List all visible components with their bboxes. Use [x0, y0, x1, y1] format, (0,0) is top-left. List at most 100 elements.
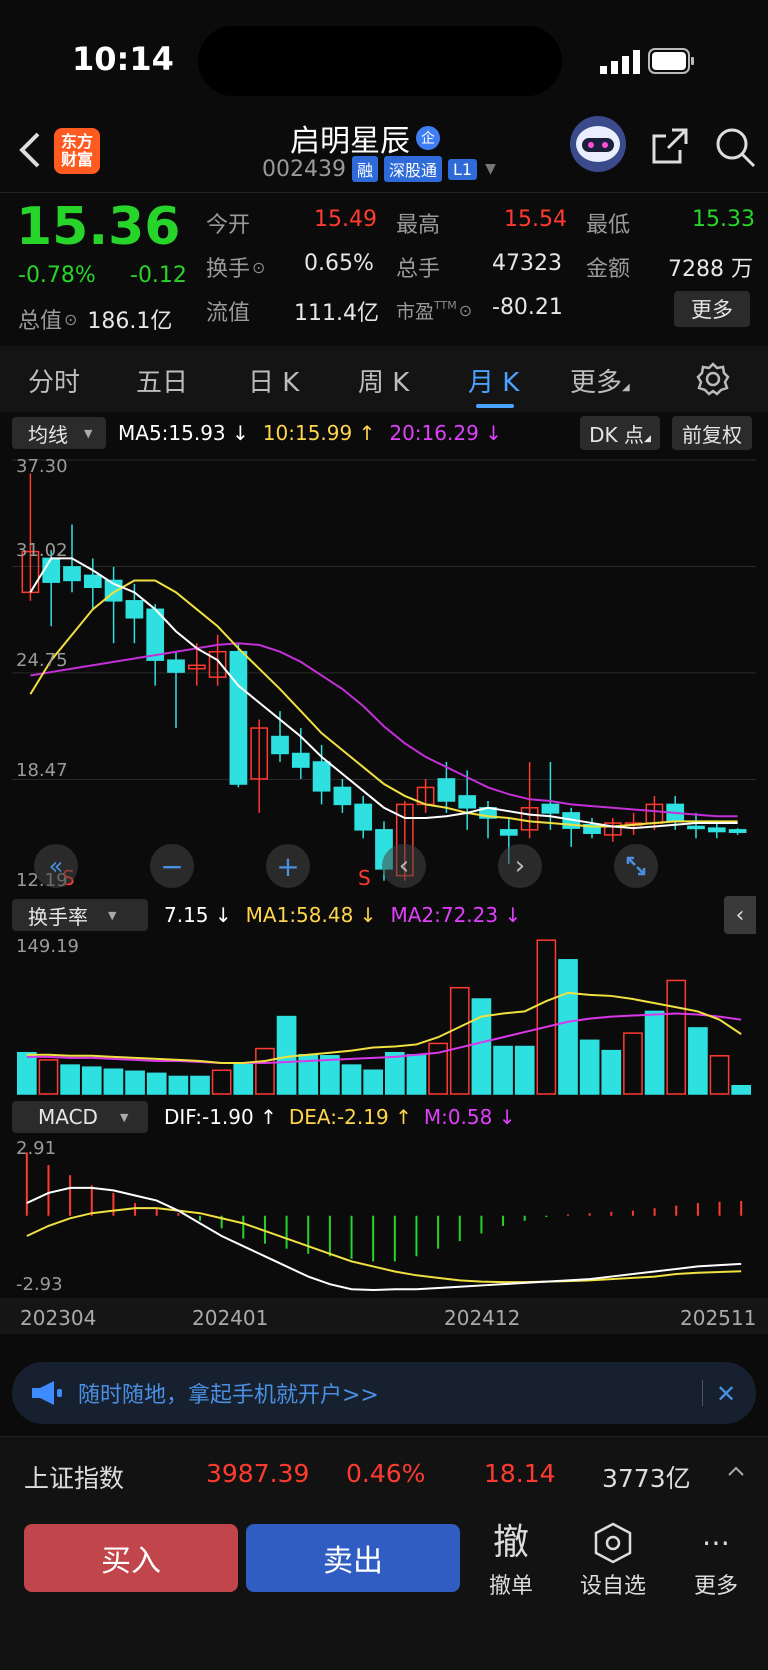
dea-line [26, 1207, 742, 1284]
more-button[interactable]: 更多 [674, 291, 750, 327]
kline-chart[interactable]: 37.30 31.02 24.75 18.47 12.19 S S « − + … [12, 452, 756, 894]
info-icon[interactable]: ⊙ [252, 258, 265, 277]
collapse-panel-button[interactable]: ‹ [724, 896, 756, 934]
turnover-selector-label: 换手率 [28, 904, 88, 929]
turnover-ma1: MA1:58.48 ↓ [245, 903, 377, 927]
x-axis: 202304 202401 202412 202511 [0, 1298, 768, 1334]
mcap-label: 总值 [18, 309, 63, 334]
open-account-banner[interactable]: 随时随地，拿起手机就开户>> ✕ [12, 1362, 756, 1424]
info-icon[interactable]: ⊙ [459, 301, 472, 320]
turnover-selector[interactable]: 换手率 ▼ [12, 899, 148, 931]
tab-five-day[interactable]: 五日 [136, 362, 188, 399]
x-tick-label: 202511 [680, 1306, 757, 1330]
stock-code-row[interactable]: 002439 融 深股通 L1 ▼ [262, 156, 496, 182]
turnover-chart[interactable]: 149.19 [12, 934, 756, 1096]
turnover-max-label: 149.19 [16, 936, 79, 957]
tag-level: L1 [448, 158, 478, 180]
cancel-order-button[interactable]: 撤 撤单 [480, 1522, 542, 1600]
turnover-bar [363, 1069, 384, 1095]
ma10-value: 10:15.99 ↑ [262, 421, 376, 445]
index-price: 3987.39 [206, 1459, 310, 1488]
macd-dif: DIF:-1.90 ↑ [164, 1105, 277, 1129]
turnover-bar [623, 1032, 643, 1095]
app-logo[interactable]: 东方财富 [54, 128, 100, 174]
turnover-bar [60, 1064, 80, 1095]
scroll-right-button[interactable]: › [498, 844, 542, 888]
tab-weekly-k[interactable]: 周 K [358, 362, 409, 399]
macd-selector[interactable]: MACD ▼ [12, 1101, 148, 1133]
x-tick-label: 202412 [444, 1306, 521, 1330]
amount-label: 金额 [586, 257, 631, 282]
turnover-bar [579, 1039, 600, 1095]
chevron-down-icon: ▼ [119, 1110, 129, 1124]
dynamic-island [198, 26, 562, 96]
close-icon[interactable]: ✕ [716, 1380, 736, 1408]
corner-arrow-icon: ◢ [643, 434, 651, 444]
index-pct: 0.46% [346, 1459, 426, 1488]
zoom-out-button[interactable]: − [150, 844, 194, 888]
share-icon[interactable] [650, 126, 690, 166]
index-ticker[interactable]: 上证指数 3987.39 0.46% 18.14 3773亿 [0, 1436, 768, 1512]
turnover-bar [211, 1069, 232, 1095]
candle-body [541, 803, 560, 814]
buy-button[interactable]: 买入 [24, 1524, 238, 1592]
sell-signal-marker: S [358, 866, 371, 890]
info-icon[interactable]: ⊙ [64, 310, 77, 329]
tab-more-label: 更多 [570, 368, 623, 398]
volume-value: 47323 [492, 251, 562, 276]
macd-max-label: 2.91 [16, 1138, 57, 1159]
candle-body [42, 557, 61, 583]
candle-body [312, 761, 331, 792]
macd-indicator-bar: MACD ▼ DIF:-1.90 ↑ DEA:-2.19 ↑ M:0.58 ↓ [12, 1100, 515, 1134]
turnover-ma2: MA2:72.23 ↓ [390, 903, 522, 927]
ma20-value: 20:16.29 ↓ [389, 421, 502, 445]
turnover-indicator-bar: 换手率 ▼ 7.15 ↓ MA1:58.48 ↓ MA2:72.23 ↓ [12, 898, 521, 932]
tab-more[interactable]: 更多 ◢ [570, 362, 630, 399]
status-bar: 10:14 [0, 0, 768, 110]
zoom-in-button[interactable]: + [266, 844, 310, 888]
candle-body [271, 735, 289, 755]
quote-panel: 15.36 -0.78% -0.12 总值 ⊙ 186.1亿 今开 15.49 … [0, 192, 768, 344]
chevron-down-icon: ▼ [84, 426, 93, 440]
search-icon[interactable] [714, 126, 756, 168]
turnover-bar [16, 1051, 37, 1095]
tab-intraday[interactable]: 分时 [28, 362, 80, 399]
turnover-bar [709, 1055, 730, 1095]
hexagon-icon [576, 1522, 650, 1564]
back-icon[interactable] [16, 130, 46, 170]
sell-button[interactable]: 卖出 [246, 1524, 460, 1592]
tab-monthly-k[interactable]: 月 K [468, 362, 519, 399]
banner-text: 随时随地，拿起手机就开户>> [78, 1383, 379, 1408]
stock-name: 启明星辰 [290, 124, 410, 159]
stock-code: 002439 [262, 156, 346, 182]
tag-margin: 融 [351, 156, 378, 182]
turnover-bar [688, 1027, 708, 1095]
ma-selector[interactable]: 均线 ▼ [12, 417, 106, 449]
robot-avatar-icon[interactable] [568, 114, 628, 174]
dk-point-button[interactable]: DK 点 ◢ [580, 416, 660, 450]
add-watchlist-button[interactable]: 设自选 [576, 1522, 650, 1600]
turnover-bar [341, 1064, 362, 1095]
float-label: 流值 [206, 301, 251, 326]
gear-icon[interactable] [696, 362, 730, 396]
tab-active-underline [476, 404, 514, 408]
fullscreen-icon[interactable] [614, 844, 658, 888]
turnover-current: 7.15 ↓ [164, 903, 232, 927]
index-change: 18.14 [484, 1459, 556, 1488]
tab-daily-k[interactable]: 日 K [248, 362, 299, 399]
macd-chart[interactable]: 2.91 -2.93 [12, 1136, 756, 1296]
more-menu-button[interactable]: ⋯ 更多 [690, 1522, 742, 1600]
candle-body [291, 752, 310, 768]
scroll-left-fast-button[interactable]: « [34, 844, 78, 888]
turnover-bar [558, 959, 578, 1095]
turnover-bar [125, 1070, 145, 1095]
turnover-bar [168, 1075, 189, 1095]
more-dots-icon: ⋯ [702, 1526, 730, 1559]
scroll-left-button[interactable]: ‹ [382, 844, 426, 888]
chevron-down-icon: ▼ [485, 161, 496, 177]
turnover-bar [81, 1066, 102, 1095]
kline-y-tick: 18.47 [16, 760, 68, 781]
chevron-up-icon[interactable] [726, 1461, 746, 1481]
high-value: 15.54 [504, 207, 567, 232]
adjust-button[interactable]: 前复权 [672, 416, 752, 450]
